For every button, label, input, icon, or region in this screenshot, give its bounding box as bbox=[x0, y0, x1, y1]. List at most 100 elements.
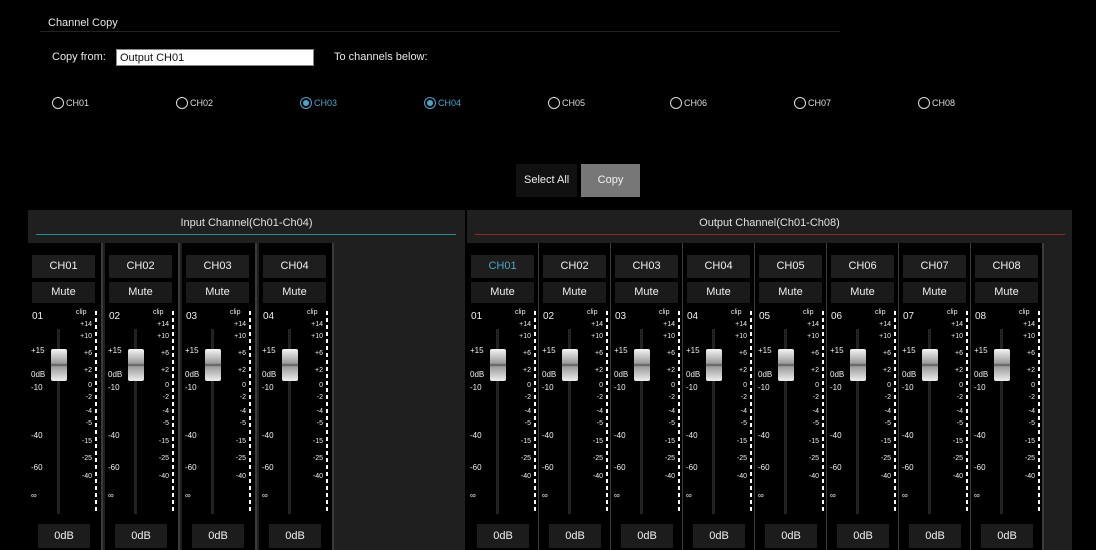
channel-name-button[interactable]: CH01 bbox=[471, 255, 534, 278]
channel-name-button[interactable]: CH06 bbox=[831, 255, 894, 278]
meter-scale-label: +14 bbox=[157, 321, 169, 328]
meter-scale-label: 0 bbox=[88, 382, 92, 389]
gain-value-field[interactable]: 0dB bbox=[549, 524, 601, 548]
gain-value-field[interactable]: 0dB bbox=[621, 524, 673, 548]
mute-button[interactable]: Mute bbox=[263, 282, 326, 303]
meter-scale-label: +6 bbox=[161, 350, 169, 357]
meter-scale-label: -4 bbox=[668, 408, 675, 415]
channel-name-button[interactable]: CH04 bbox=[263, 255, 326, 278]
select-all-button[interactable]: Select All bbox=[516, 164, 578, 197]
meter-scale-label: +10 bbox=[951, 333, 963, 340]
fader-scale-label: +15 bbox=[262, 346, 276, 355]
meter-scale-label: +6 bbox=[811, 350, 819, 357]
fader-scale-label: -40 bbox=[31, 431, 43, 440]
copy-from-field[interactable]: Output CH01 bbox=[116, 49, 314, 66]
channel-strip: CH08 Mute 08 clip +15 0dB -10 -40 -60 ∞ +14 +10 +6 +2… bbox=[971, 243, 1044, 550]
fader-handle[interactable] bbox=[634, 349, 650, 381]
fader-handle[interactable] bbox=[922, 349, 938, 381]
channel-name-button[interactable]: CH03 bbox=[615, 255, 678, 278]
fader-scale-label: ∞ bbox=[974, 491, 980, 500]
channel-name-button[interactable]: CH04 bbox=[687, 255, 750, 278]
gain-value-field[interactable]: 0dB bbox=[192, 524, 244, 548]
meter-scale-label: -40 bbox=[312, 473, 323, 480]
meter-scale-label: -4 bbox=[239, 408, 246, 415]
fader-handle[interactable] bbox=[706, 349, 722, 381]
radio-label: CH04 bbox=[438, 98, 462, 108]
meter-scale-label: -2 bbox=[239, 394, 246, 401]
fader-handle[interactable] bbox=[128, 349, 144, 381]
gain-value-field[interactable]: 0dB bbox=[981, 524, 1033, 548]
mute-button[interactable]: Mute bbox=[831, 282, 894, 303]
channel-name-button[interactable]: CH03 bbox=[186, 255, 249, 278]
channel-number: 02 bbox=[543, 311, 555, 322]
meter-scale-label: -2 bbox=[1028, 394, 1035, 401]
fader-scale-label: -40 bbox=[185, 431, 197, 440]
channel-name-button[interactable]: CH08 bbox=[975, 255, 1038, 278]
gain-value-field[interactable]: 0dB bbox=[477, 524, 529, 548]
level-meter bbox=[966, 311, 968, 511]
mute-button[interactable]: Mute bbox=[109, 282, 172, 303]
radio-label: CH08 bbox=[932, 98, 956, 108]
meter-scale-label: +2 bbox=[955, 367, 963, 374]
mute-button[interactable]: Mute bbox=[543, 282, 606, 303]
meter-scale-label: 0 bbox=[599, 382, 603, 389]
gain-value-field[interactable]: 0dB bbox=[909, 524, 961, 548]
meter-scale-label: -2 bbox=[956, 394, 963, 401]
radio-label: CH01 bbox=[66, 98, 90, 108]
target-radio-ch05[interactable]: CH05 bbox=[548, 97, 585, 109]
fader-scale-label: -40 bbox=[830, 431, 842, 440]
fader-handle[interactable] bbox=[282, 349, 298, 381]
fader-handle[interactable] bbox=[205, 349, 221, 381]
mute-button[interactable]: Mute bbox=[975, 282, 1038, 303]
mute-button[interactable]: Mute bbox=[615, 282, 678, 303]
meter-scale-label: +10 bbox=[663, 333, 675, 340]
target-radio-ch01[interactable]: CH01 bbox=[52, 97, 89, 109]
fader-scale-label: -40 bbox=[542, 431, 554, 440]
channel-number: 01 bbox=[471, 311, 483, 322]
gain-value-field[interactable]: 0dB bbox=[693, 524, 745, 548]
fader-scale-label: +15 bbox=[686, 346, 700, 355]
meter-scale-label: -2 bbox=[596, 394, 603, 401]
target-radio-ch06[interactable]: CH06 bbox=[670, 97, 707, 109]
meter-scale-label: +2 bbox=[739, 367, 747, 374]
fader-handle[interactable] bbox=[562, 349, 578, 381]
strip-divider bbox=[1042, 243, 1044, 550]
mute-button[interactable]: Mute bbox=[186, 282, 249, 303]
fader-handle[interactable] bbox=[490, 349, 506, 381]
mute-button[interactable]: Mute bbox=[32, 282, 95, 303]
channel-name-button[interactable]: CH02 bbox=[109, 255, 172, 278]
meter-scale-label: -40 bbox=[520, 473, 531, 480]
target-radio-ch07[interactable]: CH07 bbox=[794, 97, 831, 109]
mute-button[interactable]: Mute bbox=[759, 282, 822, 303]
strip-divider bbox=[332, 243, 334, 550]
mute-button[interactable]: Mute bbox=[903, 282, 966, 303]
channel-name-button[interactable]: CH02 bbox=[543, 255, 606, 278]
target-radio-ch04[interactable]: CH04 bbox=[424, 97, 461, 109]
meter-scale-label: -4 bbox=[524, 408, 531, 415]
meter-scale-label: +2 bbox=[238, 367, 246, 374]
channel-name-button[interactable]: CH05 bbox=[759, 255, 822, 278]
gain-value-field[interactable]: 0dB bbox=[765, 524, 817, 548]
fader-handle[interactable] bbox=[850, 349, 866, 381]
panel-title-line bbox=[36, 234, 456, 235]
gain-value-field[interactable]: 0dB bbox=[269, 524, 321, 548]
fader-handle[interactable] bbox=[51, 349, 67, 381]
fader-scale-label: -40 bbox=[974, 431, 986, 440]
gain-value-field[interactable]: 0dB bbox=[115, 524, 167, 548]
fader-handle[interactable] bbox=[778, 349, 794, 381]
fader-handle[interactable] bbox=[994, 349, 1010, 381]
gain-value-field[interactable]: 0dB bbox=[38, 524, 90, 548]
meter-scale-label: +2 bbox=[315, 367, 323, 374]
mute-button[interactable]: Mute bbox=[687, 282, 750, 303]
fader-scale-label: 0dB bbox=[758, 370, 773, 379]
meter-scale-label: +14 bbox=[1023, 321, 1035, 328]
level-meter bbox=[750, 311, 752, 511]
target-radio-ch08[interactable]: CH08 bbox=[918, 97, 955, 109]
gain-value-field[interactable]: 0dB bbox=[837, 524, 889, 548]
channel-name-button[interactable]: CH01 bbox=[32, 255, 95, 278]
copy-button[interactable]: Copy bbox=[581, 164, 640, 197]
mute-button[interactable]: Mute bbox=[471, 282, 534, 303]
channel-name-button[interactable]: CH07 bbox=[903, 255, 966, 278]
target-radio-ch03[interactable]: CH03 bbox=[300, 97, 337, 109]
target-radio-ch02[interactable]: CH02 bbox=[176, 97, 213, 109]
